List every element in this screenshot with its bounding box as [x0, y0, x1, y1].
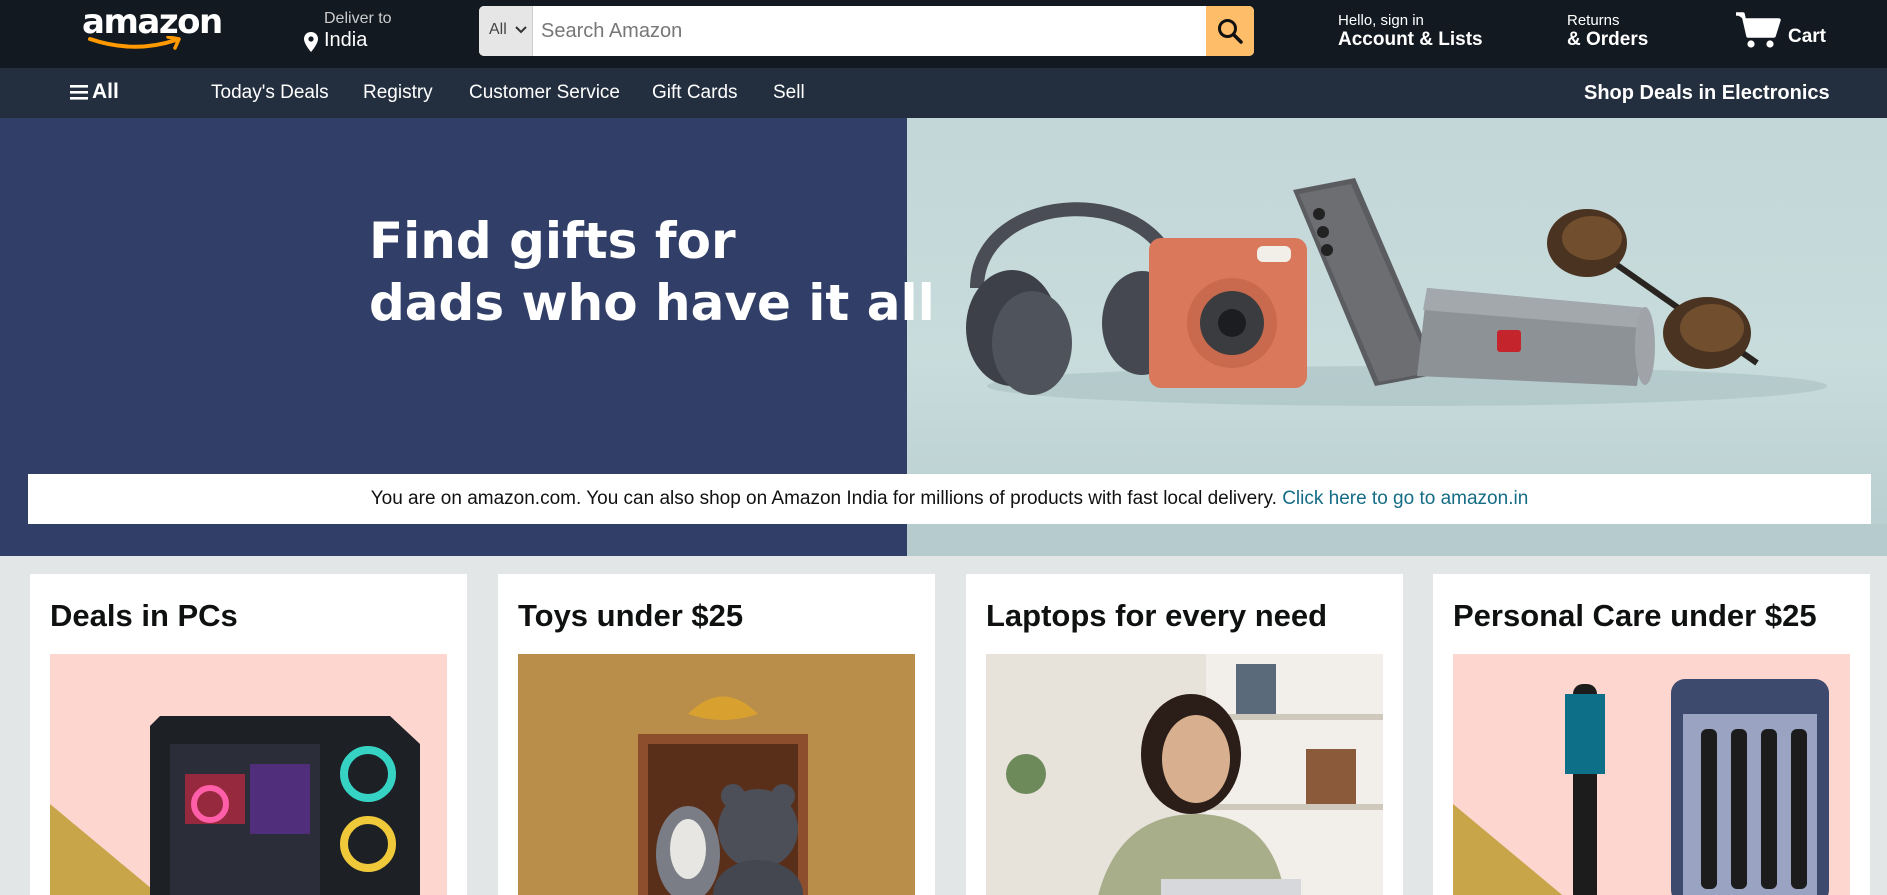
speaker-icon — [1417, 288, 1655, 386]
toothbrush-image — [1453, 654, 1850, 895]
card-title: Laptops for every need — [986, 598, 1328, 633]
amazon-in-link[interactable]: Click here to go to amazon.in — [1282, 488, 1528, 509]
search-icon — [1218, 19, 1243, 44]
card-image-toys[interactable] — [518, 654, 915, 895]
sub-nav: All Today's Deals Registry Customer Serv… — [0, 68, 1887, 118]
nav-link-todays-deals[interactable]: Today's Deals — [211, 82, 329, 104]
hero-title-line-1: Find gifts for — [369, 212, 736, 270]
card-title: Deals in PCs — [50, 598, 238, 633]
returns-label: Returns — [1567, 12, 1620, 29]
person-with-laptop-image — [986, 654, 1383, 895]
plush-toys-image — [518, 654, 915, 895]
locale-notice-text: You are on amazon.com. You can also shop… — [370, 488, 1277, 509]
search-category-label: All — [489, 21, 507, 38]
card-title: Toys under $25 — [518, 598, 744, 633]
search-button[interactable] — [1206, 6, 1254, 56]
card-image-personal-care[interactable] — [1453, 654, 1850, 895]
card-deals-in-pcs[interactable]: Deals in PCs — [30, 574, 467, 895]
nav-link-gift-cards[interactable]: Gift Cards — [652, 82, 738, 104]
all-label: All — [92, 80, 119, 103]
card-image-laptops[interactable] — [986, 654, 1383, 895]
nav-link-customer-service[interactable]: Customer Service — [469, 82, 620, 104]
cart-button[interactable]: Cart — [1734, 10, 1834, 54]
nav-link-sell[interactable]: Sell — [773, 82, 805, 104]
shop-deals-electronics-link[interactable]: Shop Deals in Electronics — [1584, 82, 1830, 105]
search-input[interactable] — [533, 6, 1185, 56]
chevron-down-icon — [515, 26, 527, 34]
search-category-select[interactable]: All — [479, 6, 533, 56]
location-pin-icon — [304, 32, 318, 52]
locale-notice-banner: You are on amazon.com. You can also shop… — [28, 474, 1871, 524]
deliver-to[interactable]: Deliver to India — [302, 8, 422, 56]
orders-label: & Orders — [1567, 29, 1649, 50]
cart-icon — [1736, 12, 1781, 48]
card-image-pc[interactable] — [50, 654, 447, 895]
search-bar: All — [479, 6, 1254, 56]
pc-tower-image — [50, 654, 447, 895]
account-greeting: Hello, sign in — [1338, 12, 1424, 29]
card-toys-under-25[interactable]: Toys under $25 — [498, 574, 935, 895]
phone-icon — [1293, 178, 1439, 386]
card-title: Personal Care under $25 — [1453, 598, 1817, 633]
hero-title: Find gifts for dads who have it all — [369, 210, 935, 334]
nav-link-registry[interactable]: Registry — [363, 82, 433, 104]
card-personal-care[interactable]: Personal Care under $25 — [1433, 574, 1870, 895]
deliver-label: Deliver to — [324, 10, 392, 27]
amazon-logo[interactable]: amazon — [80, 2, 223, 52]
cart-label: Cart — [1788, 26, 1827, 47]
hamburger-icon — [70, 85, 88, 100]
deliver-location: India — [324, 29, 368, 51]
logo-smile-icon — [88, 36, 181, 50]
top-nav: amazon Deliver to India All Hello — [0, 0, 1887, 68]
camera-icon — [1149, 238, 1307, 388]
account-label: Account & Lists — [1338, 29, 1483, 50]
card-laptops[interactable]: Laptops for every need — [966, 574, 1403, 895]
hero-bottom-right — [907, 524, 1887, 556]
hero-bottom-left — [0, 524, 907, 556]
hero-title-line-2: dads who have it all — [369, 274, 935, 332]
